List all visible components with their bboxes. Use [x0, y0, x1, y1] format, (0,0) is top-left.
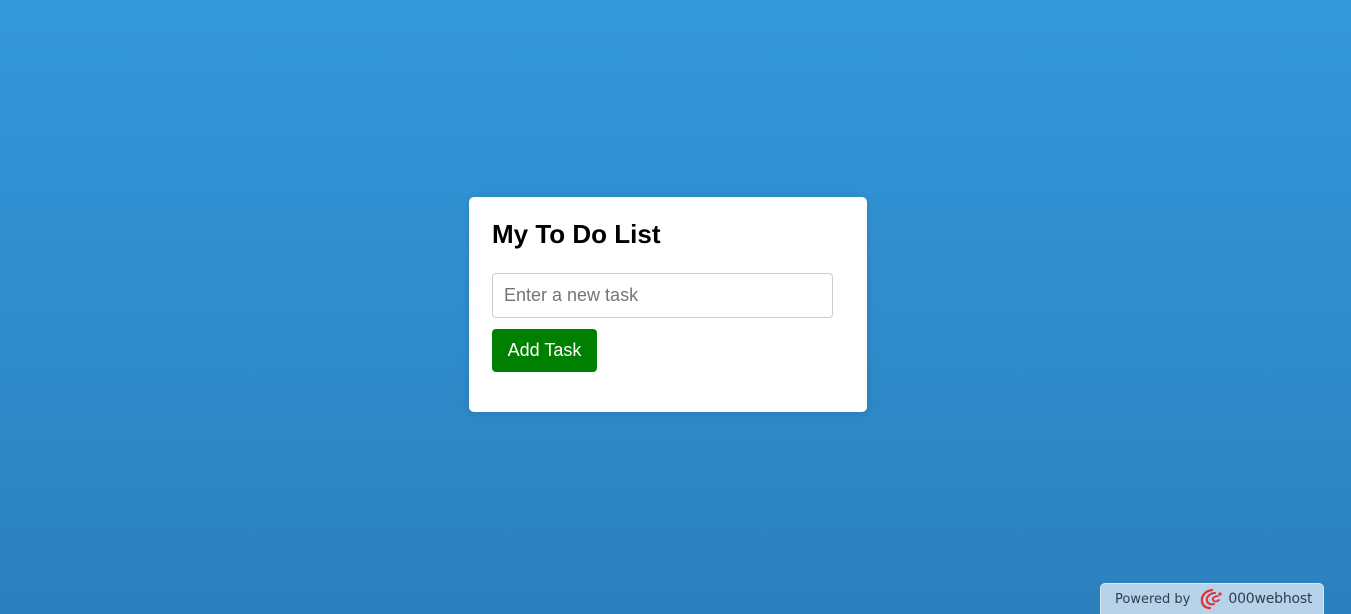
- todo-card: My To Do List Add Task: [469, 197, 867, 412]
- powered-by-badge[interactable]: Powered by 000webhost: [1100, 583, 1324, 614]
- powered-by-label: Powered by: [1115, 591, 1191, 607]
- page-title: My To Do List: [492, 219, 661, 249]
- 000webhost-logo-icon: [1198, 588, 1224, 610]
- brand-label: 000webhost: [1228, 591, 1313, 607]
- add-task-button[interactable]: Add Task: [492, 329, 597, 372]
- new-task-input[interactable]: [492, 273, 833, 318]
